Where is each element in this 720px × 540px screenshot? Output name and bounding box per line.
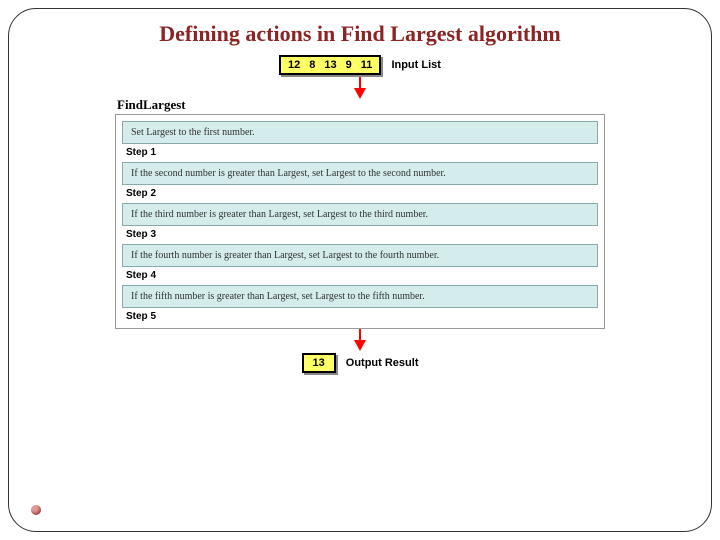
step-label-4: Step 4 [126,270,598,281]
step-action-1: Set Largest to the first number. [122,121,598,144]
steps-box: Set Largest to the first number. Step 1 … [115,114,605,329]
output-row: 13 Output Result [115,353,605,373]
arrow-down-icon [353,77,367,99]
input-value-2: 13 [324,59,336,71]
output-box: 13 [302,353,336,373]
step-label-5: Step 5 [126,311,598,322]
output-label: Output Result [346,357,419,369]
input-list-box: 12 8 13 9 11 [279,55,381,75]
input-value-1: 8 [309,59,315,71]
step-label-3: Step 3 [126,229,598,240]
input-label: Input List [391,59,441,71]
slide-title: Defining actions in Find Largest algorit… [27,21,693,47]
input-row: 12 8 13 9 11 Input List [115,55,605,75]
step-action-5: If the fifth number is greater than Larg… [122,285,598,308]
step-action-2: If the second number is greater than Lar… [122,162,598,185]
algorithm-name: FindLargest [117,97,605,113]
input-value-0: 12 [288,59,300,71]
step-action-4: If the fourth number is greater than Lar… [122,244,598,267]
step-label-2: Step 2 [126,188,598,199]
step-action-3: If the third number is greater than Larg… [122,203,598,226]
input-value-3: 9 [346,59,352,71]
step-label-1: Step 1 [126,147,598,158]
input-value-4: 11 [361,59,373,71]
decorative-dot-icon [31,505,41,515]
slide-frame: Defining actions in Find Largest algorit… [8,8,712,532]
diagram-container: 12 8 13 9 11 Input List FindLargest Set … [115,55,605,373]
arrow-down-icon [353,329,367,351]
